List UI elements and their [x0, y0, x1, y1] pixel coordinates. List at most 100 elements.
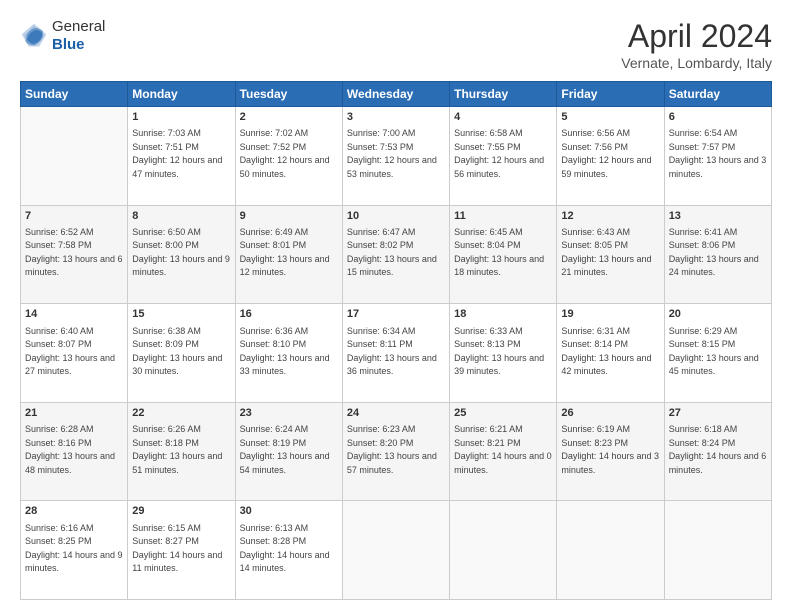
day-number: 15	[132, 307, 230, 322]
page: General Blue April 2024 Vernate, Lombard…	[0, 0, 792, 612]
calendar-cell: 2Sunrise: 7:02 AMSunset: 7:52 PMDaylight…	[235, 107, 342, 206]
calendar-cell	[342, 501, 449, 600]
day-number: 4	[454, 110, 552, 125]
day-info: Sunrise: 6:52 AMSunset: 7:58 PMDaylight:…	[25, 226, 123, 280]
header: General Blue April 2024 Vernate, Lombard…	[20, 18, 772, 71]
calendar-cell: 29Sunrise: 6:15 AMSunset: 8:27 PMDayligh…	[128, 501, 235, 600]
day-info: Sunrise: 6:26 AMSunset: 8:18 PMDaylight:…	[132, 423, 230, 477]
weekday-header-wednesday: Wednesday	[342, 82, 449, 107]
calendar-cell: 5Sunrise: 6:56 AMSunset: 7:56 PMDaylight…	[557, 107, 664, 206]
month-title: April 2024	[621, 18, 772, 55]
calendar-week-row: 28Sunrise: 6:16 AMSunset: 8:25 PMDayligh…	[21, 501, 772, 600]
calendar-cell: 11 Sunrise: 6:45 AMSunset: 8:04 PMDayligh…	[450, 205, 557, 304]
calendar-cell: 18 Sunrise: 6:33 AMSunset: 8:13 PMDayligh…	[450, 304, 557, 403]
calendar-cell: 12 Sunrise: 6:43 AMSunset: 8:05 PMDayligh…	[557, 205, 664, 304]
weekday-header-tuesday: Tuesday	[235, 82, 342, 107]
day-number: 26	[561, 406, 659, 421]
calendar-week-row: 14 Sunrise: 6:40 AMSunset: 8:07 PMDayligh…	[21, 304, 772, 403]
day-info: Sunrise: 6:43 AMSunset: 8:05 PMDaylight:…	[561, 226, 659, 280]
calendar-cell: 24 Sunrise: 6:23 AMSunset: 8:20 PMDayligh…	[342, 402, 449, 501]
day-number: 21	[25, 406, 123, 421]
calendar-cell: 15 Sunrise: 6:38 AMSunset: 8:09 PMDayligh…	[128, 304, 235, 403]
calendar-cell: 27 Sunrise: 6:18 AMSunset: 8:24 PMDayligh…	[664, 402, 771, 501]
calendar-cell: 1Sunrise: 7:03 AMSunset: 7:51 PMDaylight…	[128, 107, 235, 206]
day-info: Sunrise: 6:16 AMSunset: 8:25 PMDaylight:…	[25, 522, 123, 576]
day-number: 3	[347, 110, 445, 125]
day-number: 6	[669, 110, 767, 125]
day-info: Sunrise: 6:13 AMSunset: 8:28 PMDaylight:…	[240, 522, 338, 576]
day-info: Sunrise: 6:41 AMSunset: 8:06 PMDaylight:…	[669, 226, 767, 280]
calendar-cell: 6Sunrise: 6:54 AMSunset: 7:57 PMDaylight…	[664, 107, 771, 206]
calendar-table: SundayMondayTuesdayWednesdayThursdayFrid…	[20, 81, 772, 600]
day-number: 30	[240, 504, 338, 519]
day-number: 14	[25, 307, 123, 322]
day-number: 27	[669, 406, 767, 421]
title-section: April 2024 Vernate, Lombardy, Italy	[621, 18, 772, 71]
day-number: 2	[240, 110, 338, 125]
logo: General Blue	[20, 18, 105, 54]
calendar-cell: 16Sunrise: 6:36 AMSunset: 8:10 PMDayligh…	[235, 304, 342, 403]
day-info: Sunrise: 6:49 AMSunset: 8:01 PMDaylight:…	[240, 226, 338, 280]
weekday-header-saturday: Saturday	[664, 82, 771, 107]
calendar-cell: 14 Sunrise: 6:40 AMSunset: 8:07 PMDayligh…	[21, 304, 128, 403]
calendar-cell: 21 Sunrise: 6:28 AMSunset: 8:16 PMDayligh…	[21, 402, 128, 501]
day-info: Sunrise: 6:23 AMSunset: 8:20 PMDaylight:…	[347, 423, 445, 477]
logo-icon	[20, 22, 48, 50]
day-number: 11	[454, 209, 552, 224]
weekday-header-sunday: Sunday	[21, 82, 128, 107]
day-number: 24	[347, 406, 445, 421]
day-info: Sunrise: 6:31 AMSunset: 8:14 PMDaylight:…	[561, 325, 659, 379]
day-number: 22	[132, 406, 230, 421]
day-number: 20	[669, 307, 767, 322]
day-number: 13	[669, 209, 767, 224]
day-number: 1	[132, 110, 230, 125]
weekday-header-friday: Friday	[557, 82, 664, 107]
calendar-cell: 13 Sunrise: 6:41 AMSunset: 8:06 PMDayligh…	[664, 205, 771, 304]
calendar-cell: 22 Sunrise: 6:26 AMSunset: 8:18 PMDayligh…	[128, 402, 235, 501]
day-number: 19	[561, 307, 659, 322]
calendar-cell: 25 Sunrise: 6:21 AMSunset: 8:21 PMDayligh…	[450, 402, 557, 501]
calendar-cell	[450, 501, 557, 600]
day-info: Sunrise: 6:18 AMSunset: 8:24 PMDaylight:…	[669, 423, 767, 477]
day-number: 17	[347, 307, 445, 322]
calendar-cell: 28Sunrise: 6:16 AMSunset: 8:25 PMDayligh…	[21, 501, 128, 600]
day-info: Sunrise: 6:28 AMSunset: 8:16 PMDaylight:…	[25, 423, 123, 477]
calendar-cell: 8Sunrise: 6:50 AMSunset: 8:00 PMDaylight…	[128, 205, 235, 304]
day-info: Sunrise: 6:40 AMSunset: 8:07 PMDaylight:…	[25, 325, 123, 379]
weekday-header-monday: Monday	[128, 82, 235, 107]
day-number: 18	[454, 307, 552, 322]
day-info: Sunrise: 6:45 AMSunset: 8:04 PMDaylight:…	[454, 226, 552, 280]
day-number: 29	[132, 504, 230, 519]
day-info: Sunrise: 6:38 AMSunset: 8:09 PMDaylight:…	[132, 325, 230, 379]
calendar-cell: 3 Sunrise: 7:00 AMSunset: 7:53 PMDaylight…	[342, 107, 449, 206]
weekday-header-row: SundayMondayTuesdayWednesdayThursdayFrid…	[21, 82, 772, 107]
calendar-cell: 17 Sunrise: 6:34 AMSunset: 8:11 PMDayligh…	[342, 304, 449, 403]
calendar-cell: 4 Sunrise: 6:58 AMSunset: 7:55 PMDaylight…	[450, 107, 557, 206]
calendar-cell: 20 Sunrise: 6:29 AMSunset: 8:15 PMDayligh…	[664, 304, 771, 403]
day-number: 7	[25, 209, 123, 224]
calendar-cell: 9 Sunrise: 6:49 AMSunset: 8:01 PMDaylight…	[235, 205, 342, 304]
day-info: Sunrise: 6:21 AMSunset: 8:21 PMDaylight:…	[454, 423, 552, 477]
calendar-cell: 30 Sunrise: 6:13 AMSunset: 8:28 PMDayligh…	[235, 501, 342, 600]
day-info: Sunrise: 6:58 AMSunset: 7:55 PMDaylight:…	[454, 127, 552, 181]
day-number: 8	[132, 209, 230, 224]
day-info: Sunrise: 7:00 AMSunset: 7:53 PMDaylight:…	[347, 127, 445, 181]
day-number: 9	[240, 209, 338, 224]
day-info: Sunrise: 6:24 AMSunset: 8:19 PMDaylight:…	[240, 423, 338, 477]
calendar-cell	[557, 501, 664, 600]
day-info: Sunrise: 6:47 AMSunset: 8:02 PMDaylight:…	[347, 226, 445, 280]
calendar-cell	[664, 501, 771, 600]
day-number: 16	[240, 307, 338, 322]
logo-text: General Blue	[52, 18, 105, 54]
calendar-cell: 19 Sunrise: 6:31 AMSunset: 8:14 PMDayligh…	[557, 304, 664, 403]
calendar-cell: 7 Sunrise: 6:52 AMSunset: 7:58 PMDaylight…	[21, 205, 128, 304]
day-info: Sunrise: 6:33 AMSunset: 8:13 PMDaylight:…	[454, 325, 552, 379]
day-info: Sunrise: 6:34 AMSunset: 8:11 PMDaylight:…	[347, 325, 445, 379]
day-number: 10	[347, 209, 445, 224]
calendar-cell: 23Sunrise: 6:24 AMSunset: 8:19 PMDayligh…	[235, 402, 342, 501]
day-info: Sunrise: 6:29 AMSunset: 8:15 PMDaylight:…	[669, 325, 767, 379]
day-number: 25	[454, 406, 552, 421]
weekday-header-thursday: Thursday	[450, 82, 557, 107]
location: Vernate, Lombardy, Italy	[621, 55, 772, 71]
day-number: 12	[561, 209, 659, 224]
